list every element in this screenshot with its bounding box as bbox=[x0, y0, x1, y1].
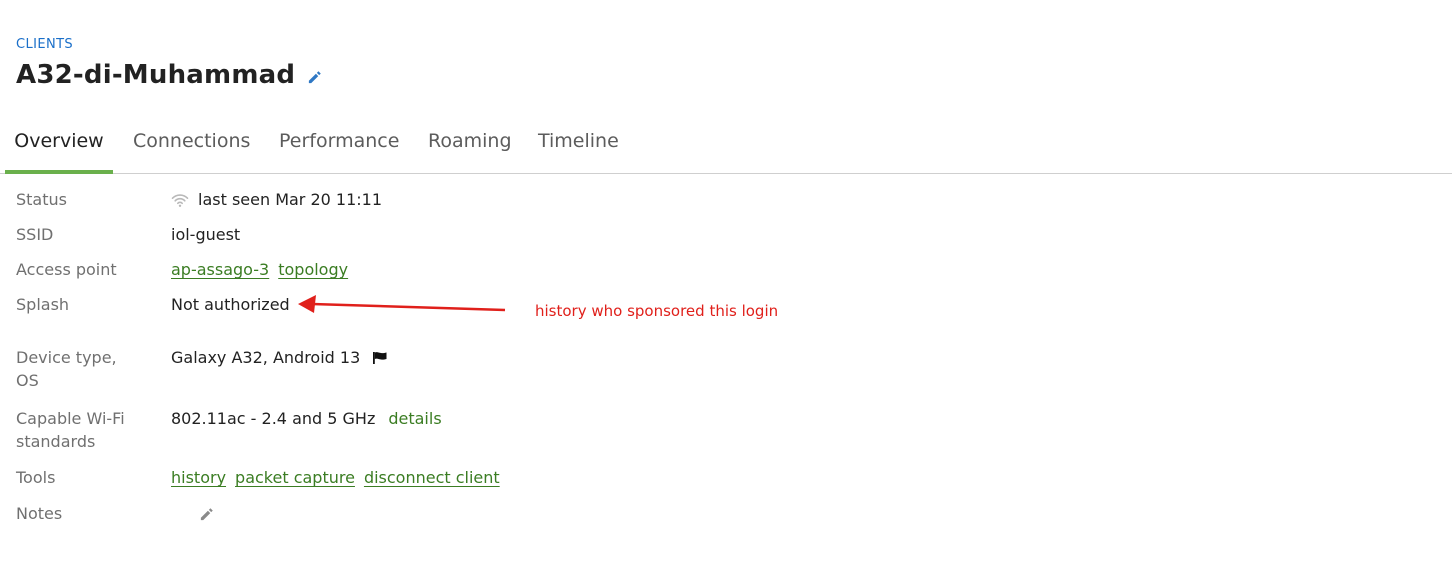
wifi-standards-label: Capable Wi-Fi standards bbox=[16, 407, 125, 453]
tab-performance[interactable]: Performance bbox=[279, 120, 399, 170]
status-value-row: last seen Mar 20 11:11 bbox=[171, 188, 382, 211]
splash-label: Splash bbox=[16, 295, 70, 314]
device-type-value-row: Galaxy A32, Android 13 bbox=[171, 346, 388, 369]
annotation-arrow bbox=[298, 295, 506, 313]
tab-connections[interactable]: Connections bbox=[133, 120, 250, 170]
ssid-label: SSID bbox=[16, 225, 54, 244]
device-type-value: Galaxy A32, Android 13 bbox=[171, 348, 361, 367]
wifi-details-link[interactable]: details bbox=[388, 407, 441, 430]
tools-label: Tools bbox=[16, 468, 56, 487]
breadcrumb[interactable]: CLIENTS bbox=[16, 37, 73, 52]
device-type-label-line1: Device type, bbox=[16, 348, 117, 367]
wifi-standards-label-line1: Capable Wi-Fi bbox=[16, 409, 125, 428]
access-point-label: Access point bbox=[16, 260, 117, 279]
title-row: A32-di-Muhammad bbox=[16, 60, 322, 90]
notes-label: Notes bbox=[16, 504, 63, 523]
ssid-value: iol-guest bbox=[171, 225, 241, 244]
tab-overview[interactable]: Overview bbox=[5, 120, 113, 174]
disconnect-client-link[interactable]: disconnect client bbox=[364, 466, 500, 489]
history-link[interactable]: history bbox=[171, 466, 226, 489]
tools-value-row: history packet capture disconnect client bbox=[171, 466, 509, 489]
status-label: Status bbox=[16, 190, 67, 209]
packet-capture-link[interactable]: packet capture bbox=[235, 466, 355, 489]
page-title: A32-di-Muhammad bbox=[16, 60, 296, 90]
annotation-text: history who sponsored this login bbox=[535, 302, 779, 320]
wifi-standards-value: 802.11ac - 2.4 and 5 GHz bbox=[171, 409, 376, 428]
device-type-label: Device type, OS bbox=[16, 346, 117, 392]
pencil-icon[interactable] bbox=[199, 507, 214, 522]
topology-link[interactable]: topology bbox=[278, 258, 348, 281]
tab-bar: Overview Connections Performance Roaming… bbox=[0, 120, 1452, 174]
flag-icon[interactable] bbox=[372, 351, 388, 365]
status-value: last seen Mar 20 11:11 bbox=[198, 190, 383, 209]
tab-timeline[interactable]: Timeline bbox=[538, 120, 619, 170]
pencil-icon[interactable] bbox=[307, 70, 322, 85]
tab-roaming[interactable]: Roaming bbox=[428, 120, 512, 170]
wifi-icon bbox=[171, 192, 189, 208]
wifi-standards-label-line2: standards bbox=[16, 432, 96, 451]
splash-value: Not authorized bbox=[171, 295, 290, 314]
device-type-label-line2: OS bbox=[16, 371, 39, 390]
wifi-standards-value-row: 802.11ac - 2.4 and 5 GHz details bbox=[171, 407, 442, 430]
access-point-link[interactable]: ap-assago-3 bbox=[171, 258, 269, 281]
access-point-value-row: ap-assago-3 topology bbox=[171, 258, 357, 281]
